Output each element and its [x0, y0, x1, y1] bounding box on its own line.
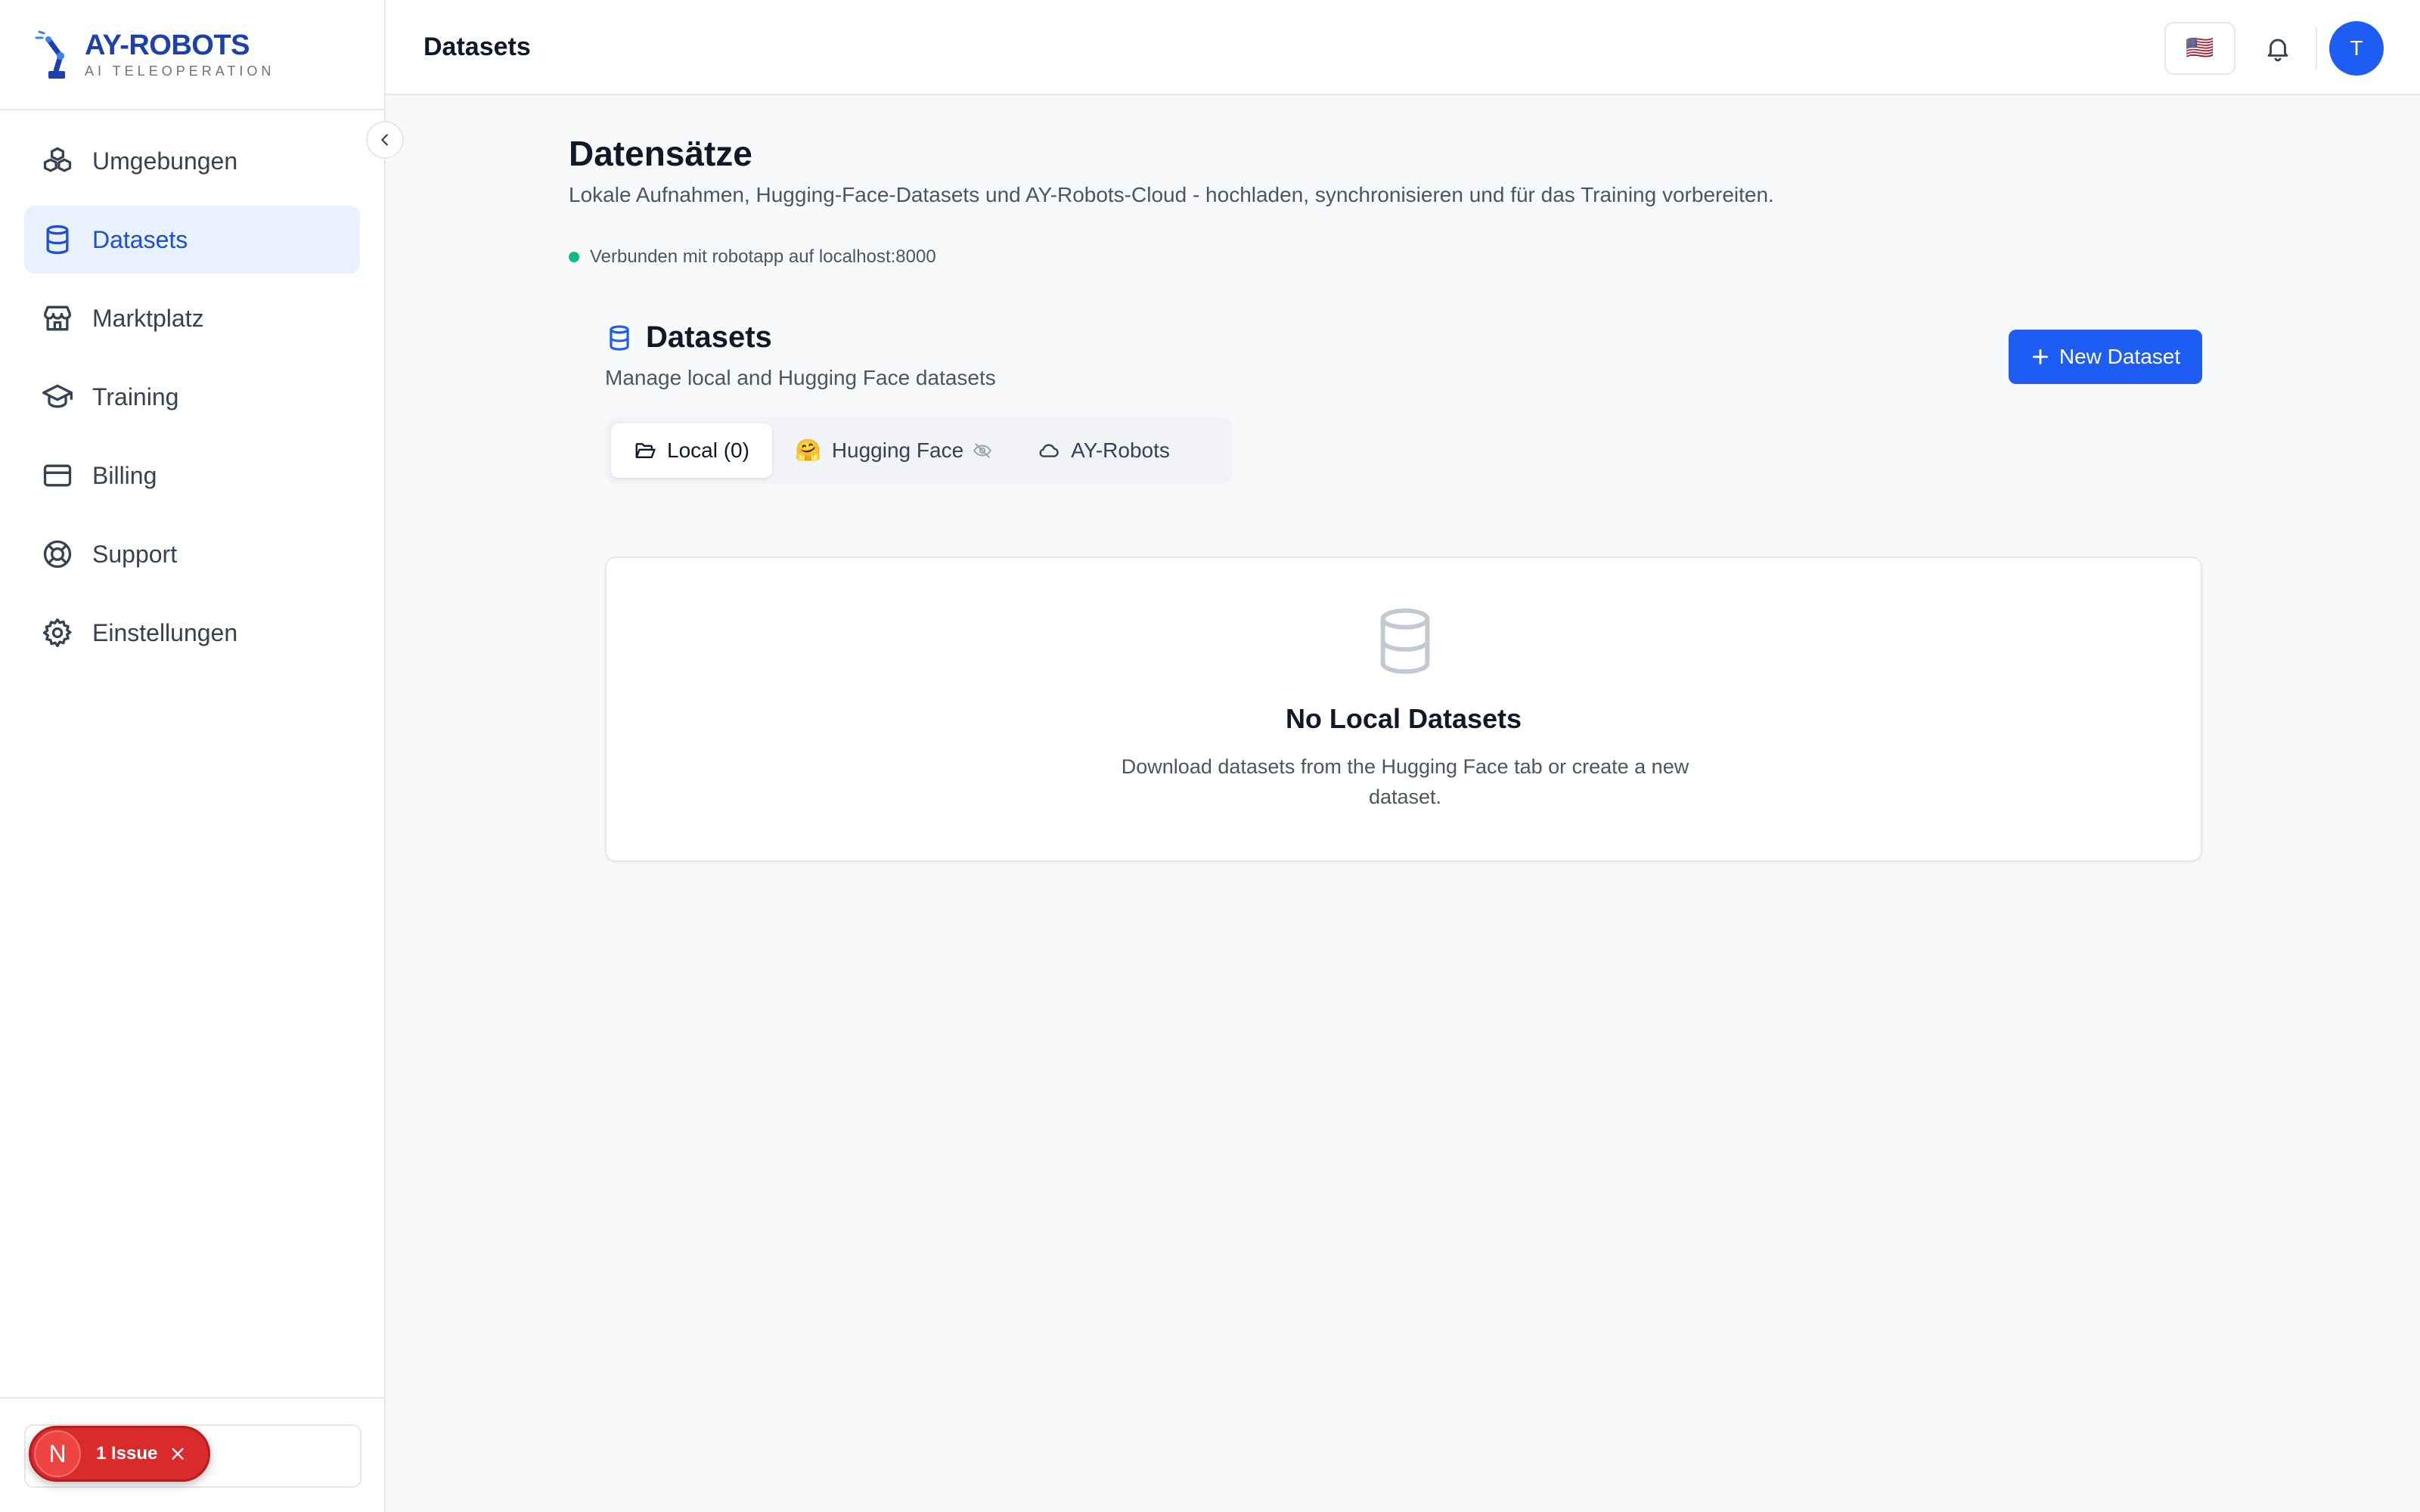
- status-dot-icon: [569, 252, 579, 262]
- sidebar-item-training[interactable]: Training: [24, 363, 360, 431]
- top-header: Datasets 🇺🇸 T: [386, 0, 2420, 95]
- sidebar-item-label: Billing: [92, 461, 157, 489]
- sidebar-item-support[interactable]: Support: [24, 520, 360, 588]
- issue-letter: N: [34, 1430, 81, 1477]
- page-title: Datensätze: [569, 134, 752, 173]
- tab-label: Hugging Face: [831, 438, 964, 462]
- chevron-left-icon: [377, 132, 393, 148]
- section-header: Datasets: [605, 321, 772, 355]
- eye-off-icon: [973, 441, 992, 460]
- new-dataset-label: New Dataset: [2059, 345, 2181, 368]
- brand-text: AY-ROBOTS AI TELEOPERATION: [85, 29, 275, 79]
- cloud-icon: [1038, 439, 1060, 462]
- empty-state-title: No Local Datasets: [1285, 703, 1522, 734]
- tab-label: AY-Robots: [1071, 438, 1170, 462]
- issue-label: 1 Issue: [96, 1443, 158, 1464]
- database-icon: [1372, 605, 1438, 677]
- database-icon: [605, 324, 634, 352]
- sidebar-item-datasets[interactable]: Datasets: [24, 206, 360, 274]
- header-title: Datasets: [424, 32, 531, 61]
- brand-tagline: AI TELEOPERATION: [85, 64, 275, 79]
- header-divider: [2316, 27, 2317, 70]
- header-actions: 🇺🇸 T: [2164, 21, 2384, 76]
- sidebar-footer: N 1 Issue: [0, 1397, 386, 1512]
- hugging-face-icon: 🤗: [794, 438, 821, 462]
- database-icon: [41, 223, 74, 256]
- credit-card-icon: [41, 459, 74, 492]
- sidebar-item-label: Training: [92, 383, 179, 411]
- sidebar: AY-ROBOTS AI TELEOPERATION Umgebungen Da…: [0, 0, 386, 1512]
- new-dataset-button[interactable]: New Dataset: [2009, 330, 2202, 384]
- sidebar-item-billing[interactable]: Billing: [24, 442, 360, 510]
- close-icon[interactable]: [169, 1445, 186, 1462]
- empty-state-description: Download datasets from the Hugging Face …: [1121, 755, 1689, 808]
- sidebar-nav: Umgebungen Datasets Marktplatz Training …: [0, 110, 384, 667]
- section-subtitle: Manage local and Hugging Face datasets: [605, 366, 996, 389]
- sidebar-item-label: Umgebungen: [92, 147, 238, 175]
- issue-badge[interactable]: N 1 Issue: [29, 1426, 210, 1482]
- sidebar-item-label: Datasets: [92, 225, 188, 253]
- sidebar-item-label: Support: [92, 540, 178, 568]
- tab-hugging-face[interactable]: 🤗 Hugging Face: [772, 423, 1015, 478]
- avatar[interactable]: T: [2329, 21, 2384, 76]
- brand[interactable]: AY-ROBOTS AI TELEOPERATION: [0, 0, 384, 110]
- store-icon: [41, 302, 74, 335]
- language-switcher[interactable]: 🇺🇸: [2164, 22, 2235, 75]
- sidebar-collapse-button[interactable]: [366, 121, 404, 159]
- tab-label: Local (0): [667, 438, 749, 462]
- plus-icon: [2031, 347, 2050, 367]
- tab-ay-robots[interactable]: AY-Robots: [1015, 423, 1193, 478]
- section-title: Datasets: [646, 321, 772, 354]
- gear-icon: [41, 616, 74, 649]
- sidebar-item-label: Marktplatz: [92, 304, 204, 332]
- folder-open-icon: [634, 439, 656, 462]
- robot-arm-logo-icon: [33, 29, 74, 80]
- bell-icon[interactable]: [2257, 27, 2299, 70]
- sidebar-item-label: Einstellungen: [92, 618, 238, 646]
- dataset-tabs: Local (0) 🤗 Hugging Face AY-Robots: [605, 417, 1233, 484]
- sidebar-item-umgebungen[interactable]: Umgebungen: [24, 127, 360, 195]
- cubes-icon: [41, 144, 74, 178]
- brand-name: AY-ROBOTS: [85, 29, 250, 61]
- empty-state-card: No Local Datasets Download datasets from…: [605, 556, 2202, 862]
- graduation-cap-icon: [41, 380, 74, 414]
- page-subtitle: Lokale Aufnahmen, Hugging-Face-Datasets …: [569, 183, 1774, 206]
- sidebar-item-einstellungen[interactable]: Einstellungen: [24, 599, 360, 667]
- status-text: Verbunden mit robotapp auf localhost:800…: [590, 246, 936, 267]
- sidebar-item-marktplatz[interactable]: Marktplatz: [24, 284, 360, 352]
- flag-icon: 🇺🇸: [2186, 36, 2214, 60]
- tab-local[interactable]: Local (0): [611, 423, 772, 478]
- connection-status: Verbunden mit robotapp auf localhost:800…: [569, 246, 936, 268]
- lifebuoy-icon: [41, 538, 74, 571]
